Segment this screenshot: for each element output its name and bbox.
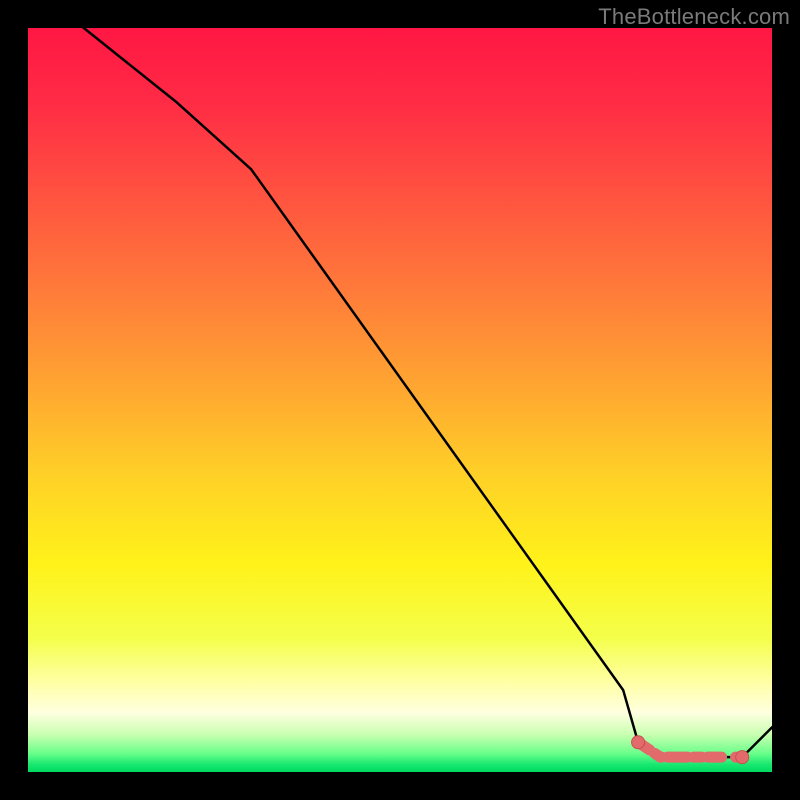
marker-dot — [632, 736, 645, 749]
credit-text: TheBottleneck.com — [598, 4, 790, 30]
chart-series-markers — [632, 736, 749, 764]
chart-line-layer — [28, 28, 772, 772]
marker-dot — [736, 751, 748, 763]
plot-area — [28, 28, 772, 772]
chart-frame: TheBottleneck.com — [0, 0, 800, 800]
chart-series-line — [28, 28, 772, 757]
marker-track — [638, 742, 742, 757]
